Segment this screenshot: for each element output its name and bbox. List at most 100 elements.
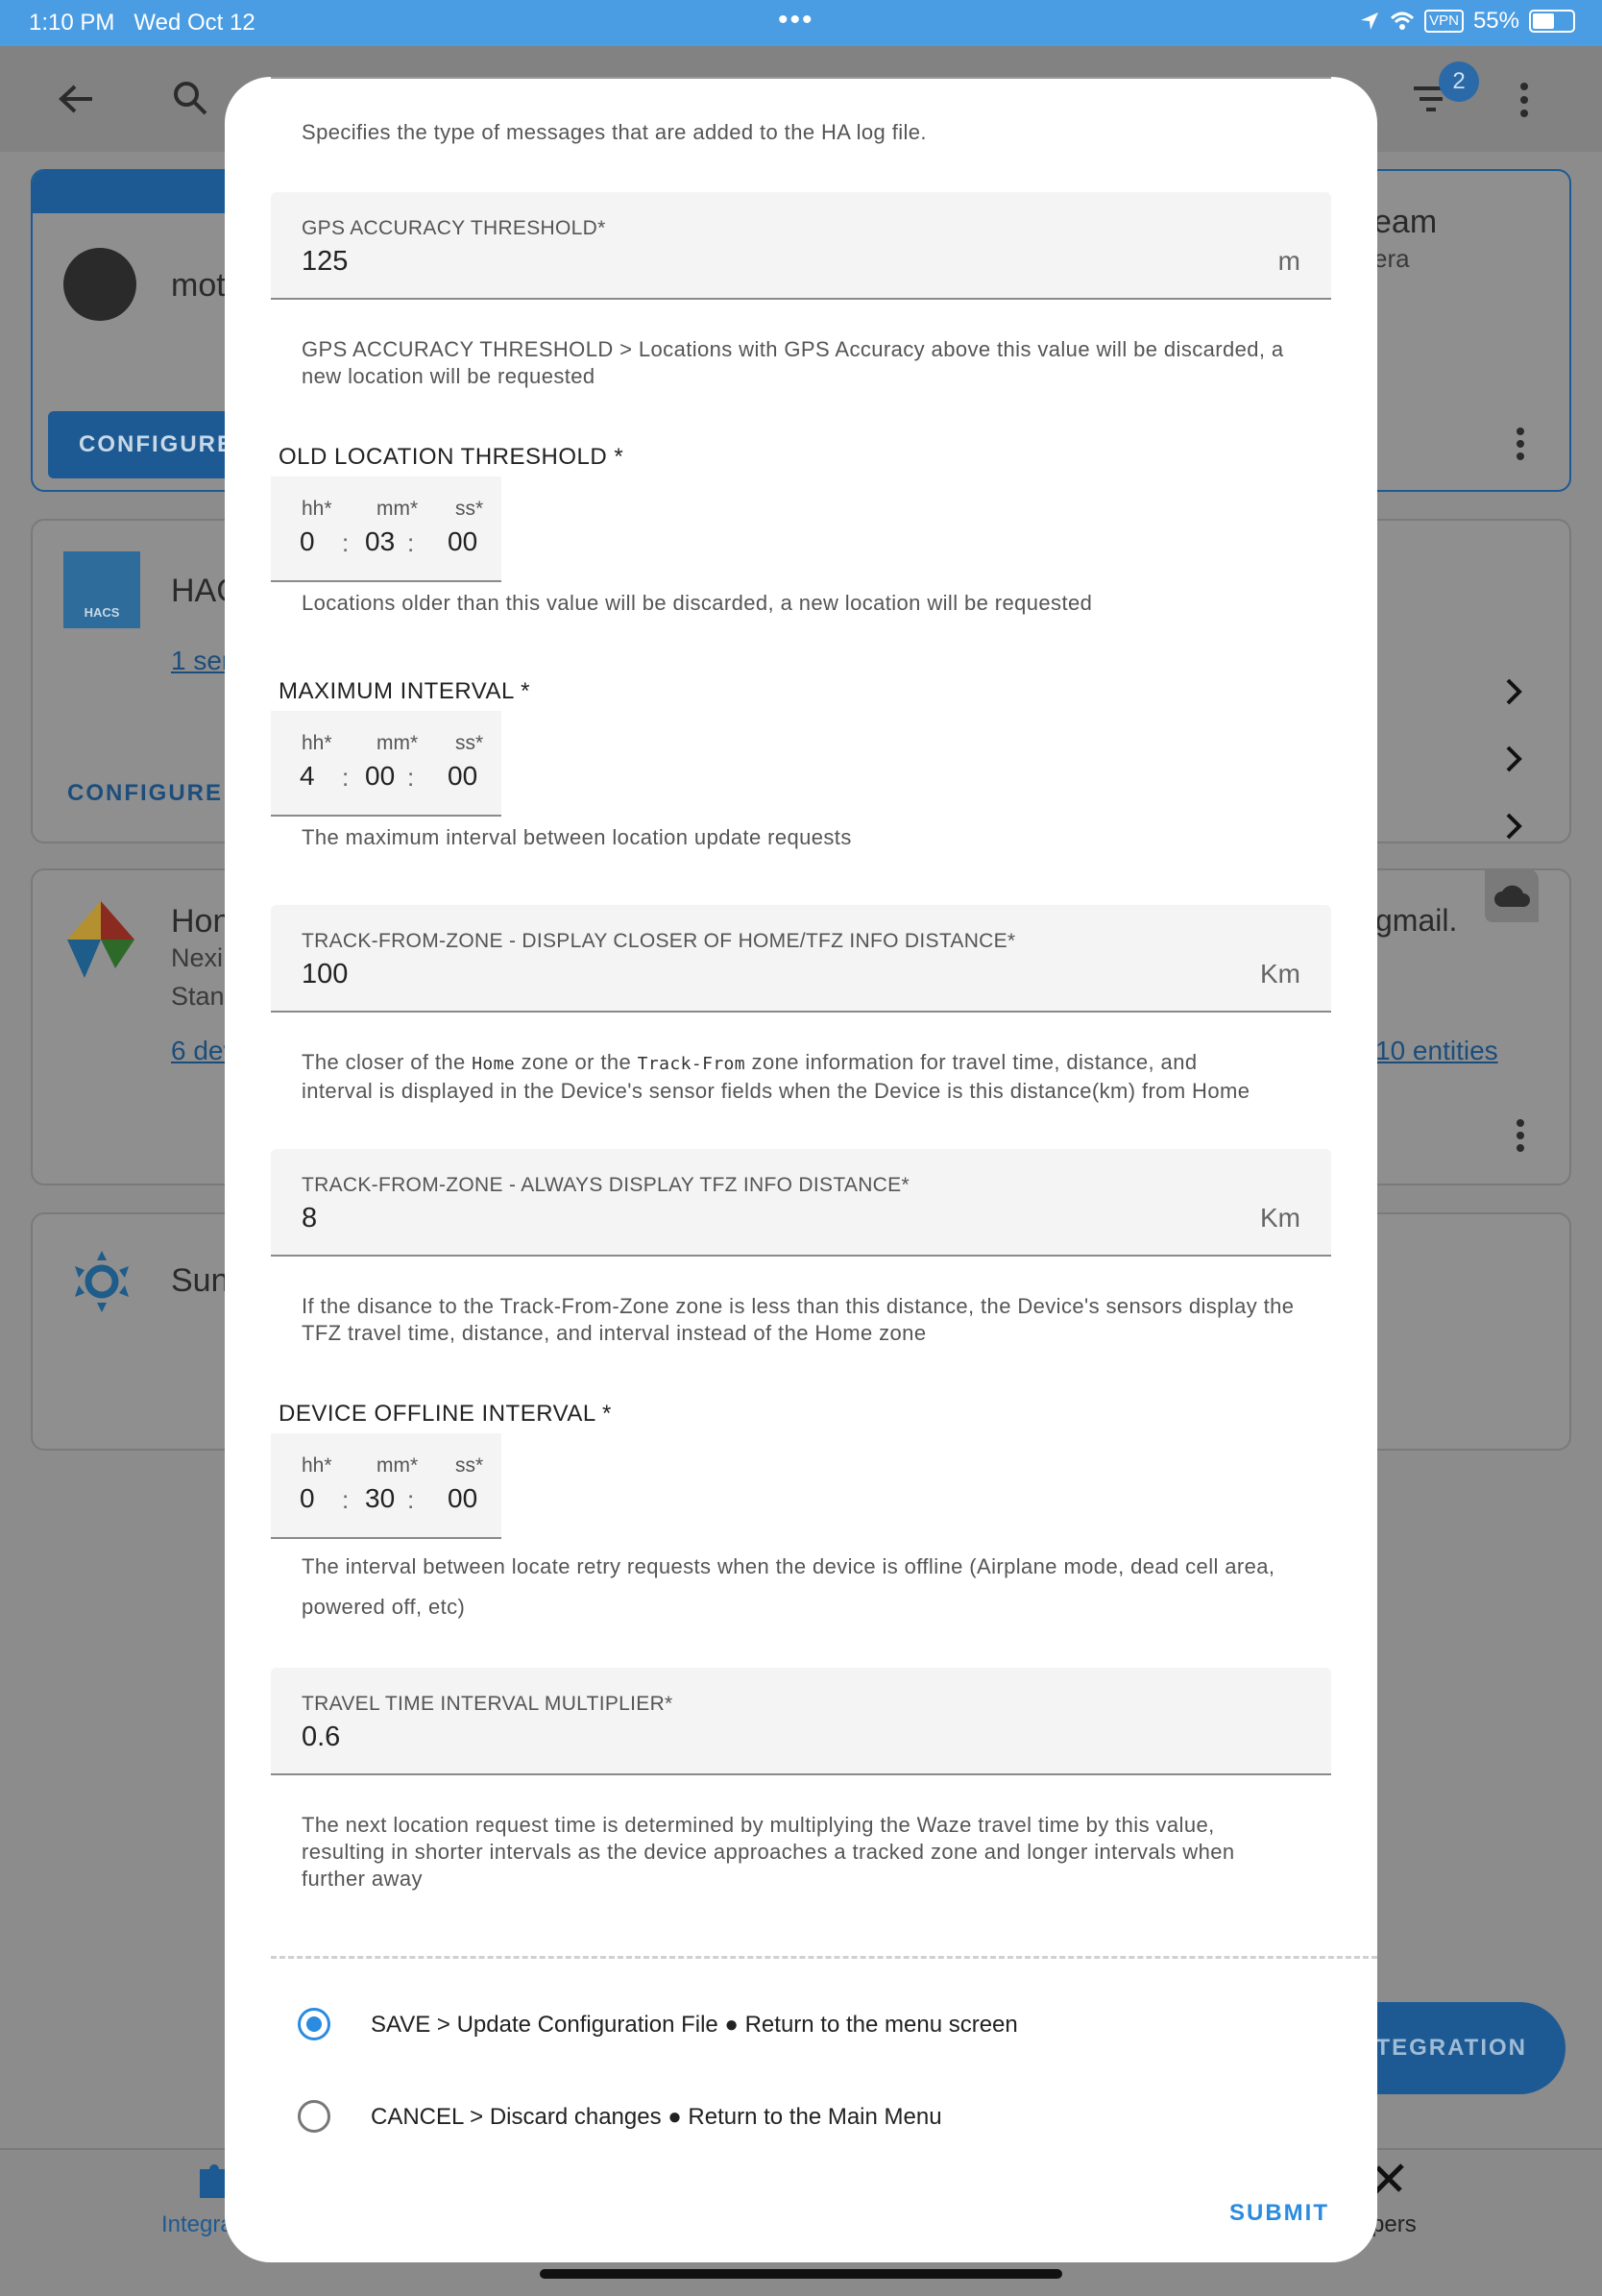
separator: : bbox=[407, 1485, 415, 1514]
hacs-service-link[interactable]: 1 ser bbox=[171, 646, 231, 676]
card-1-right-sub: era bbox=[1373, 244, 1410, 273]
chevron-right-icon[interactable] bbox=[1504, 745, 1523, 772]
old-location-duration[interactable]: hh* mm* ss* 0 : 03 : 00 bbox=[271, 476, 501, 582]
puzzle-icon[interactable] bbox=[196, 2160, 229, 2200]
ss-value[interactable]: 00 bbox=[448, 526, 477, 557]
tfz-closer-label: TRACK-FROM-ZONE - DISPLAY CLOSER OF HOME… bbox=[302, 930, 1016, 952]
ss-label: ss* bbox=[455, 498, 484, 520]
separator: : bbox=[342, 1485, 350, 1514]
options-dialog: Specifies the type of messages that are … bbox=[225, 77, 1377, 2262]
submit-button[interactable]: SUBMIT bbox=[1229, 2200, 1329, 2227]
mm-value[interactable]: 03 bbox=[365, 526, 395, 557]
card-1-right-title: eam bbox=[1373, 204, 1438, 240]
tfz-closer-value[interactable]: 100 bbox=[302, 959, 348, 990]
mm-value[interactable]: 30 bbox=[365, 1483, 395, 1514]
card-1-header bbox=[33, 171, 234, 213]
max-interval-duration[interactable]: hh* mm* ss* 4 : 00 : 00 bbox=[271, 711, 501, 817]
gps-accuracy-label: GPS ACCURACY THRESHOLD* bbox=[302, 217, 606, 239]
card-4-title: Sun bbox=[171, 1262, 230, 1299]
track-from-code: Track-From bbox=[637, 1054, 746, 1074]
cloud-icon bbox=[1494, 885, 1530, 907]
separator: : bbox=[342, 528, 350, 557]
hacs-logo-icon: HACS bbox=[63, 551, 140, 628]
tfz-always-label: TRACK-FROM-ZONE - ALWAYS DISPLAY TFZ INF… bbox=[302, 1174, 910, 1196]
card-3-more-icon[interactable] bbox=[1512, 1118, 1529, 1153]
offline-interval-title: DEVICE OFFLINE INTERVAL * bbox=[279, 1401, 612, 1427]
options-divider bbox=[271, 1956, 1377, 1959]
sun-icon bbox=[75, 1251, 129, 1312]
tfz-always-distance-field[interactable]: TRACK-FROM-ZONE - ALWAYS DISPLAY TFZ INF… bbox=[271, 1149, 1331, 1257]
hh-value[interactable]: 0 bbox=[300, 1483, 315, 1514]
separator: : bbox=[342, 763, 350, 792]
home-indicator[interactable] bbox=[540, 2269, 1062, 2279]
card-1-configure-button[interactable]: CONFIGURE bbox=[48, 411, 250, 478]
tfz-always-value[interactable]: 8 bbox=[302, 1203, 317, 1234]
battery-icon bbox=[1529, 10, 1575, 33]
cancel-radio[interactable] bbox=[298, 2100, 330, 2133]
hh-value[interactable]: 0 bbox=[300, 526, 315, 557]
hh-value[interactable]: 4 bbox=[300, 761, 315, 792]
multitask-dots-icon[interactable]: ••• bbox=[778, 4, 814, 37]
card-1-more-icon[interactable] bbox=[1512, 427, 1529, 461]
ss-label: ss* bbox=[455, 1454, 484, 1477]
ss-label: ss* bbox=[455, 732, 484, 754]
max-interval-helper: The maximum interval between location up… bbox=[302, 825, 852, 849]
tfz-closer-distance-field[interactable]: TRACK-FROM-ZONE - DISPLAY CLOSER OF HOME… bbox=[271, 905, 1331, 1013]
status-right: VPN 55% bbox=[1359, 8, 1575, 35]
chevron-right-icon[interactable] bbox=[1504, 813, 1523, 840]
location-arrow-icon bbox=[1361, 12, 1379, 30]
tfz-closer-unit: Km bbox=[1260, 959, 1300, 989]
gps-accuracy-unit: m bbox=[1277, 246, 1300, 276]
travel-time-multiplier-field[interactable]: TRAVEL TIME INTERVAL MULTIPLIER* 0.6 bbox=[271, 1668, 1331, 1775]
mm-label: mm* bbox=[376, 732, 419, 754]
vpn-badge: VPN bbox=[1424, 10, 1464, 33]
separator: : bbox=[407, 763, 415, 792]
filter-count-badge: 2 bbox=[1439, 61, 1479, 102]
gps-accuracy-helper: GPS ACCURACY THRESHOLD > Locations with … bbox=[302, 337, 1284, 388]
mm-label: mm* bbox=[376, 498, 419, 520]
tfz-always-helper: If the disance to the Track-From-Zone zo… bbox=[302, 1294, 1295, 1345]
save-radio[interactable] bbox=[298, 2008, 330, 2040]
old-location-title: OLD LOCATION THRESHOLD * bbox=[279, 444, 624, 470]
ss-value[interactable]: 00 bbox=[448, 1483, 477, 1514]
top-divider bbox=[271, 77, 1331, 79]
tfz-closer-helper: The closer of the Home zone or the Track… bbox=[302, 1050, 1250, 1103]
ss-value[interactable]: 00 bbox=[448, 761, 477, 792]
card-3-entities-link[interactable]: 10 entities bbox=[1375, 1036, 1498, 1066]
old-location-helper: Locations older than this value will be … bbox=[302, 591, 1093, 615]
nav-integrations-label[interactable]: Integra bbox=[161, 2211, 233, 2238]
home-assistant-logo-icon bbox=[67, 901, 134, 978]
offline-interval-duration[interactable]: hh* mm* ss* 0 : 30 : 00 bbox=[271, 1433, 501, 1539]
home-zone-code: Home bbox=[472, 1054, 516, 1074]
hacs-configure-button[interactable]: CONFIGURE bbox=[67, 780, 223, 807]
log-level-helper: Specifies the type of messages that are … bbox=[302, 120, 927, 144]
travel-time-value[interactable]: 0.6 bbox=[302, 1722, 340, 1753]
back-arrow-icon[interactable] bbox=[58, 83, 96, 115]
hh-label: hh* bbox=[302, 498, 332, 520]
offline-interval-helper: The interval between locate retry reques… bbox=[302, 1554, 1275, 1619]
cancel-option-label[interactable]: CANCEL > Discard changes ● Return to the… bbox=[371, 2104, 942, 2131]
card-3-title: Hon bbox=[171, 903, 231, 940]
save-option-label[interactable]: SAVE > Update Configuration File ● Retur… bbox=[371, 2012, 1018, 2039]
gps-accuracy-value[interactable]: 125 bbox=[302, 246, 348, 278]
max-interval-title: MAXIMUM INTERVAL * bbox=[279, 678, 530, 704]
nav-developer-label[interactable]: pers bbox=[1371, 2211, 1417, 2238]
travel-time-label: TRAVEL TIME INTERVAL MULTIPLIER* bbox=[302, 1693, 673, 1715]
hh-label: hh* bbox=[302, 1454, 332, 1477]
status-bar: 1:10 PM Wed Oct 12 ••• VPN 55% bbox=[0, 0, 1602, 46]
card-1-title: mot bbox=[171, 267, 226, 304]
owl-logo-icon bbox=[63, 248, 136, 321]
separator: : bbox=[407, 528, 415, 557]
more-vert-icon[interactable] bbox=[1514, 81, 1535, 119]
status-time: 1:10 PM Wed Oct 12 bbox=[29, 10, 255, 36]
card-3-right-email: gmail. bbox=[1375, 903, 1458, 938]
chevron-right-icon[interactable] bbox=[1504, 678, 1523, 705]
wifi-icon bbox=[1391, 12, 1415, 30]
search-icon[interactable] bbox=[171, 79, 209, 117]
mm-value[interactable]: 00 bbox=[365, 761, 395, 792]
travel-time-helper: The next location request time is determ… bbox=[302, 1813, 1235, 1891]
hh-label: hh* bbox=[302, 732, 332, 754]
gps-accuracy-field[interactable]: GPS ACCURACY THRESHOLD* 125 m bbox=[271, 192, 1331, 300]
battery-percent: 55% bbox=[1472, 8, 1519, 34]
card-3-line-3: Stan bbox=[171, 982, 225, 1011]
